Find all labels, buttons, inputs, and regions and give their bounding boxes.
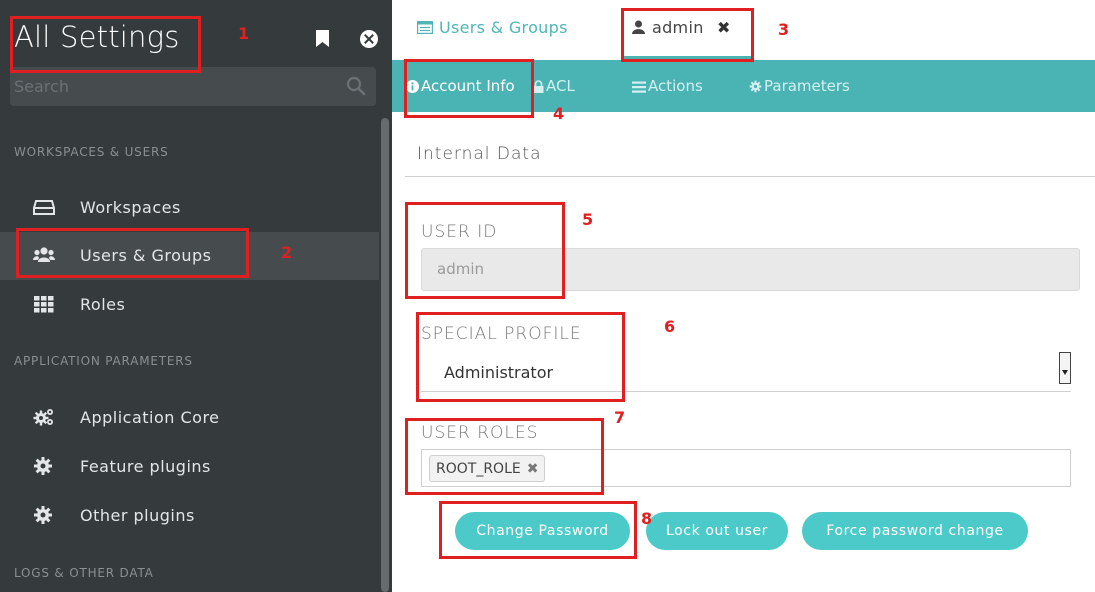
subnav-label: ACL — [546, 77, 575, 95]
annotation-number-3: 3 — [778, 20, 790, 39]
sidebar-item-roles[interactable]: Roles — [0, 281, 379, 329]
section-divider — [405, 176, 1095, 177]
drive-icon — [33, 200, 55, 215]
annotation-number-7: 7 — [614, 408, 626, 427]
subnav-label: Parameters — [764, 77, 850, 95]
section-title: Internal Data — [417, 144, 542, 164]
annotation-box-8 — [439, 501, 637, 559]
annotation-box-2 — [16, 228, 249, 278]
subnav-actions[interactable]: Actions — [632, 77, 703, 95]
grid-icon — [34, 296, 54, 313]
subnav-parameters[interactable]: Parameters — [749, 77, 850, 95]
gear-icon — [749, 80, 762, 93]
section-application-parameters: APPLICATION PARAMETERS — [14, 354, 193, 368]
bars-icon — [632, 81, 646, 93]
sidebar-item-label: Other plugins — [80, 506, 195, 525]
sidebar-item-label: Feature plugins — [80, 457, 211, 476]
sidebar-item-other-plugins[interactable]: Other plugins — [0, 492, 379, 540]
section-logs-other-data: LOGS & OTHER DATA — [14, 566, 154, 580]
annotation-number-6: 6 — [664, 317, 676, 336]
tab-users-groups[interactable]: Users & Groups — [416, 18, 568, 37]
sidebar-item-feature-plugins[interactable]: Feature plugins — [0, 443, 379, 491]
annotation-number-5: 5 — [582, 210, 594, 229]
gear-icon — [34, 506, 52, 524]
annotation-number-1: 1 — [238, 24, 250, 43]
bookmark-icon[interactable] — [316, 30, 329, 47]
subnav-label: Actions — [648, 77, 703, 95]
annotation-number-4: 4 — [553, 104, 565, 123]
cogs-icon — [33, 409, 53, 426]
annotation-number-8: 8 — [641, 509, 653, 528]
sidebar-scrollbar[interactable] — [381, 118, 389, 592]
annotation-box-3 — [621, 8, 754, 62]
close-icon[interactable] — [360, 30, 378, 48]
sidebar-item-application-core[interactable]: Application Core — [0, 394, 379, 442]
annotation-box-5 — [405, 202, 565, 299]
tab-label: Users & Groups — [439, 18, 568, 37]
force-password-change-button[interactable]: Force password change — [802, 512, 1028, 550]
subnav-acl[interactable]: ACL — [533, 77, 575, 95]
search-placeholder: Search — [14, 77, 69, 96]
dropdown-arrow-icon[interactable] — [1059, 352, 1071, 384]
gear-icon — [34, 457, 52, 475]
list-icon — [416, 20, 434, 35]
sidebar-item-workspaces[interactable]: Workspaces — [0, 184, 379, 232]
section-workspaces-users: WORKSPACES & USERS — [14, 145, 169, 159]
annotation-number-2: 2 — [281, 243, 293, 262]
sidebar-item-label: Application Core — [80, 408, 220, 427]
sidebar-item-label: Roles — [80, 295, 126, 314]
lock-out-user-button[interactable]: Lock out user — [646, 512, 788, 550]
search-icon[interactable] — [346, 76, 366, 96]
lock-icon — [533, 80, 544, 93]
annotation-box-7 — [405, 418, 604, 495]
annotation-box-4 — [404, 59, 534, 118]
sidebar-item-label: Workspaces — [80, 198, 181, 217]
annotation-box-6 — [416, 312, 625, 402]
settings-sidebar: All Settings Search WORKSPACES & USERS W… — [0, 0, 392, 592]
annotation-box-1 — [10, 16, 201, 73]
